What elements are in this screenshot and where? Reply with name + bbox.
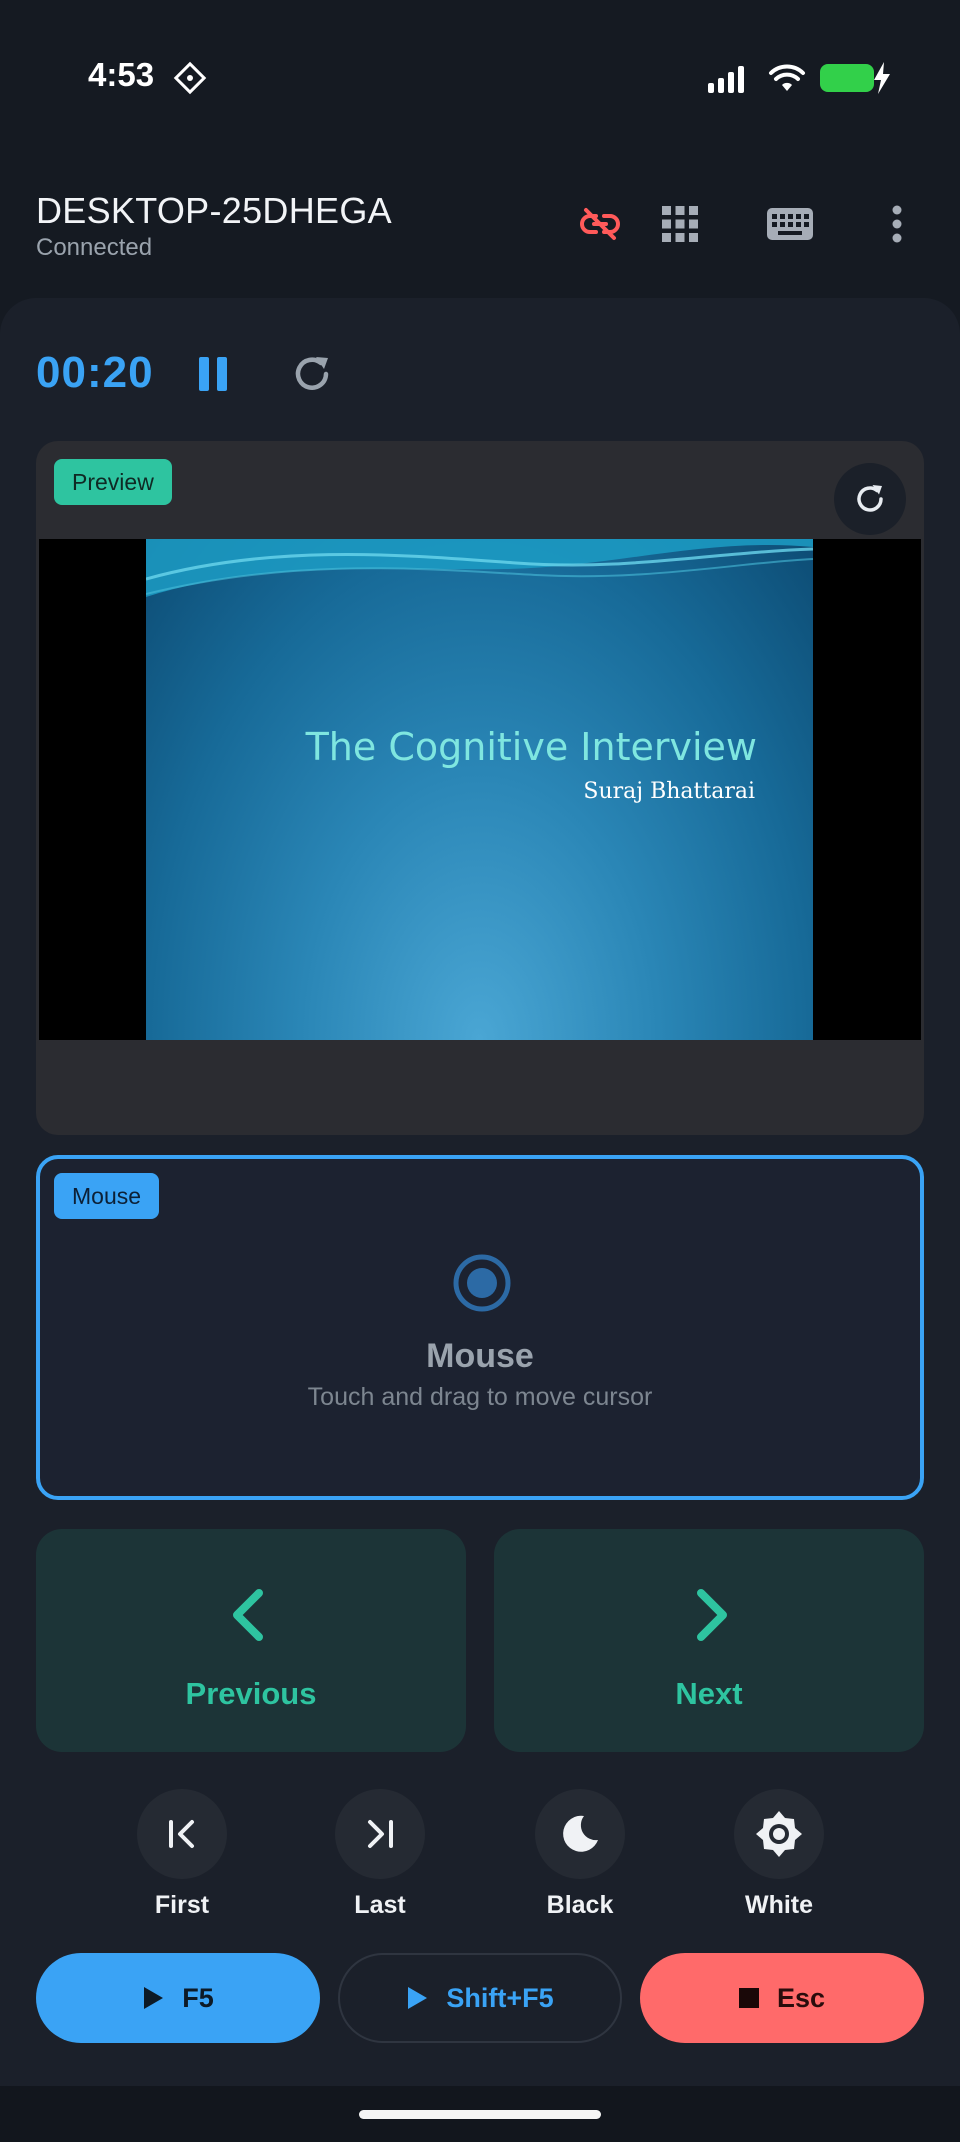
more-vert-icon[interactable] [869,196,925,252]
location-diamond-icon [173,61,207,95]
status-time: 4:53 [88,56,155,93]
preview-badge: Preview [54,459,172,505]
wifi-icon [769,64,805,91]
black-label: Black [546,1891,614,1919]
slide-preview: The Cognitive Interview Suraj Bhattarai [39,539,921,1040]
previous-label: Previous [185,1676,317,1711]
start-from-current-button[interactable]: Shift+F5 [338,1953,622,2043]
slide-subtitle: Suraj Bhattarai [583,779,755,804]
last-slide-icon [368,1820,393,1848]
first-slide-button[interactable]: First [122,1789,242,1920]
app-header: DESKTOP-25DHEGA Connected [0,170,960,300]
preview-card: Preview The Cognitive Interview Suraj Bh… [36,441,924,1135]
first-label: First [154,1891,210,1919]
battery-charging-icon [820,62,890,94]
play-icon [144,1987,164,2009]
last-slide-button[interactable]: Last [320,1789,440,1920]
chevron-left-icon [233,1589,263,1641]
white-screen-button[interactable]: White [719,1789,839,1920]
signal-icon [708,66,744,93]
next-label: Next [675,1676,743,1711]
keyboard-icon[interactable] [762,196,818,252]
previous-button[interactable]: Previous [36,1529,466,1752]
elapsed-timer: 00:20 [36,348,154,397]
slide-image: The Cognitive Interview Suraj Bhattarai [146,539,813,1040]
mouse-badge: Mouse [54,1173,160,1219]
end-label: Esc [776,1982,826,2013]
slide-title: The Cognitive Interview [305,725,757,769]
refresh-icon [857,485,883,512]
pause-icon[interactable] [185,346,241,402]
end-slideshow-button[interactable]: Esc [640,1953,924,2043]
radio-target-icon [453,1254,511,1312]
restart-icon[interactable] [284,346,340,402]
moon-icon [563,1815,598,1852]
white-label: White [744,1891,814,1919]
home-indicator [359,2110,601,2119]
play-icon [408,1987,428,2009]
start-label: F5 [182,1982,214,2013]
mouse-hint: Touch and drag to move cursor [307,1383,653,1411]
mouse-title: Mouse [426,1337,534,1375]
status-bar: 4:53 [0,0,960,150]
device-name: DESKTOP-25DHEGA [36,190,392,231]
start-slideshow-button[interactable]: F5 [36,1953,320,2043]
black-screen-button[interactable]: Black [520,1789,640,1920]
disconnect-link-icon[interactable] [572,196,628,252]
mouse-touchpad[interactable]: Mouse Mouse Touch and drag to move curso… [36,1155,924,1500]
last-label: Last [354,1891,406,1919]
start-current-label: Shift+F5 [446,1982,554,2013]
grid-icon[interactable] [652,196,708,252]
stop-icon [738,1988,759,2008]
chevron-right-icon [697,1589,727,1641]
refresh-preview-button[interactable] [834,463,906,535]
sun-icon [756,1811,802,1857]
next-button[interactable]: Next [494,1529,924,1752]
first-slide-icon [169,1820,194,1848]
connection-status: Connected [36,234,153,261]
